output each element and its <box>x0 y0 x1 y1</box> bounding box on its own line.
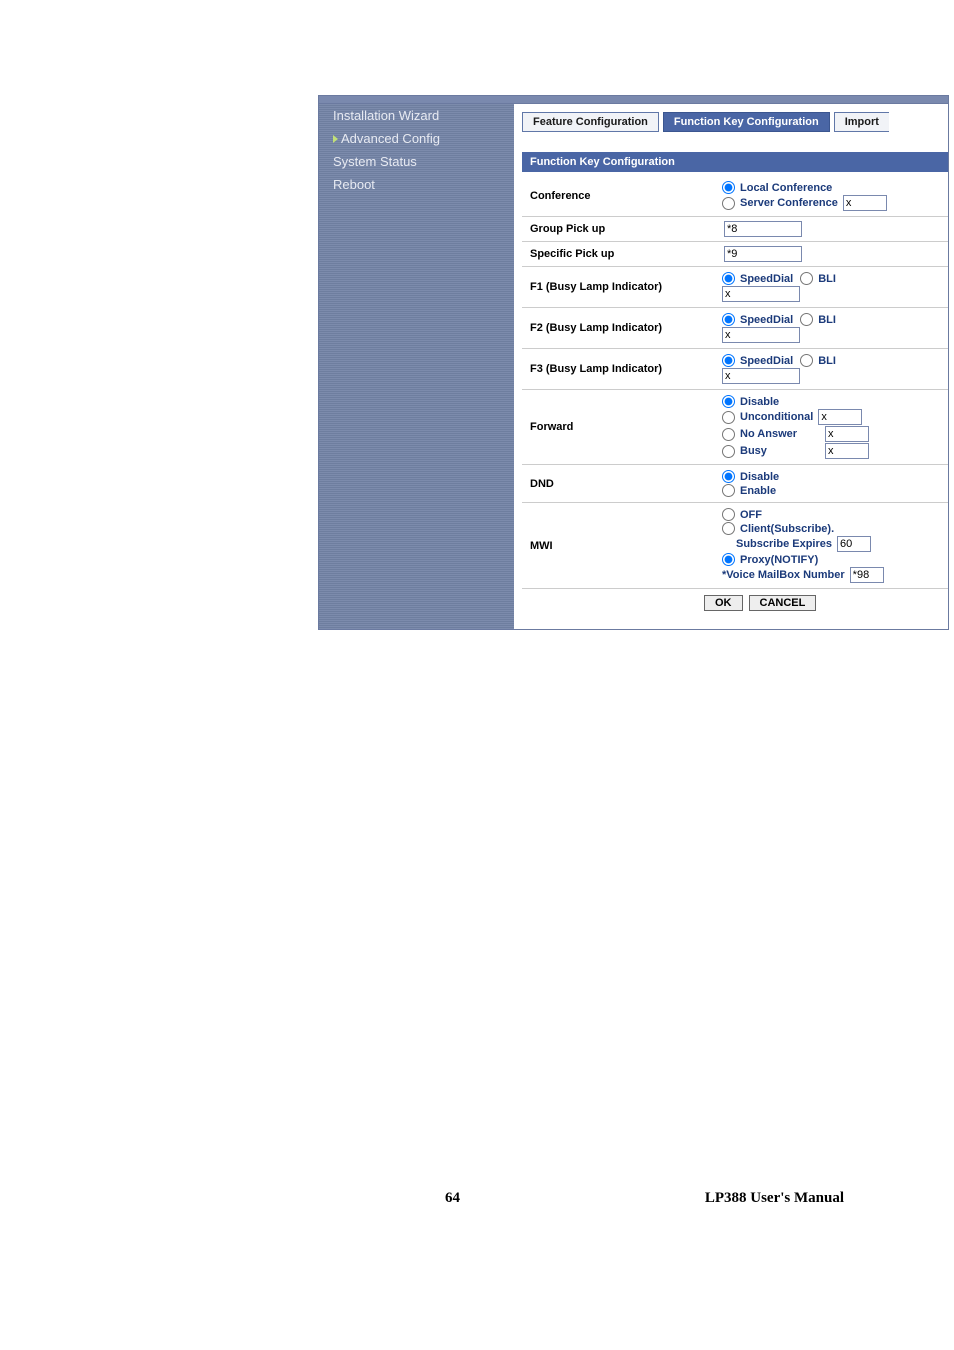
row-f3: F3 (Busy Lamp Indicator) SpeedDial BLI <box>522 349 948 390</box>
label-forward: Forward <box>522 390 718 464</box>
row-mwi: MWI OFF Client(Subscribe). Sub <box>522 503 948 589</box>
input-forward-unconditional[interactable] <box>818 409 862 425</box>
label-server-conference: Server Conference <box>740 197 838 209</box>
label-f3-bli: BLI <box>818 355 836 367</box>
label-voice-mailbox: *Voice MailBox Number <box>722 569 845 581</box>
main-panel: Feature Configuration Function Key Confi… <box>514 104 948 629</box>
input-server-conference[interactable] <box>843 195 887 211</box>
label-local-conference: Local Conference <box>740 182 832 194</box>
sidebar-item-label: Installation Wizard <box>333 108 439 123</box>
label-f1-speeddial: SpeedDial <box>740 273 793 285</box>
label-specific-pickup: Specific Pick up <box>522 242 718 266</box>
manual-title: LP388 User's Manual <box>705 1190 844 1207</box>
label-forward-disable: Disable <box>740 396 779 408</box>
input-group-pickup[interactable] <box>724 221 802 237</box>
tab-import[interactable]: Import <box>834 112 889 132</box>
page-footer: 64 LP388 User's Manual <box>0 630 954 1207</box>
radio-forward-unconditional[interactable] <box>722 411 735 424</box>
input-specific-pickup[interactable] <box>724 246 802 262</box>
row-conference: Conference Local Conference Server Confe… <box>522 176 948 217</box>
radio-f1-bli[interactable] <box>800 272 813 285</box>
label-dnd-enable: Enable <box>740 485 776 497</box>
app-window: Installation Wizard Advanced Config Syst… <box>318 95 949 630</box>
tab-feature-config[interactable]: Feature Configuration <box>522 112 659 132</box>
tab-bar: Feature Configuration Function Key Confi… <box>522 112 948 132</box>
input-f1[interactable] <box>722 286 800 302</box>
window-top-bar <box>319 96 948 104</box>
label-mwi-client: Client(Subscribe). <box>740 523 834 535</box>
label-forward-busy: Busy <box>740 445 820 457</box>
radio-f2-speeddial[interactable] <box>722 313 735 326</box>
input-forward-noanswer[interactable] <box>825 426 869 442</box>
radio-forward-busy[interactable] <box>722 445 735 458</box>
label-mwi: MWI <box>522 503 718 588</box>
label-f3-speeddial: SpeedDial <box>740 355 793 367</box>
section-header: Function Key Configuration <box>522 152 948 172</box>
sidebar-item-label: Reboot <box>333 177 375 192</box>
radio-f3-bli[interactable] <box>800 354 813 367</box>
sidebar-item-reboot[interactable]: Reboot <box>319 173 514 196</box>
sidebar-item-system-status[interactable]: System Status <box>319 150 514 173</box>
label-forward-noanswer: No Answer <box>740 428 820 440</box>
radio-local-conference[interactable] <box>722 181 735 194</box>
row-f1: F1 (Busy Lamp Indicator) SpeedDial BLI <box>522 267 948 308</box>
sidebar-item-install-wizard[interactable]: Installation Wizard <box>319 104 514 127</box>
cancel-button[interactable]: CANCEL <box>749 595 817 611</box>
radio-f3-speeddial[interactable] <box>722 354 735 367</box>
label-f2-bli: BLI <box>818 314 836 326</box>
radio-f2-bli[interactable] <box>800 313 813 326</box>
label-group-pickup: Group Pick up <box>522 217 718 241</box>
page-number: 64 <box>445 1190 460 1207</box>
radio-forward-disable[interactable] <box>722 395 735 408</box>
label-f2: F2 (Busy Lamp Indicator) <box>522 308 718 348</box>
sidebar: Installation Wizard Advanced Config Syst… <box>319 104 514 629</box>
radio-server-conference[interactable] <box>722 197 735 210</box>
sidebar-item-label: Advanced Config <box>341 131 440 146</box>
radio-f1-speeddial[interactable] <box>722 272 735 285</box>
row-group-pickup: Group Pick up <box>522 217 948 242</box>
triangle-icon <box>333 135 338 143</box>
input-f3[interactable] <box>722 368 800 384</box>
radio-dnd-disable[interactable] <box>722 470 735 483</box>
button-row: OK CANCEL <box>522 589 948 617</box>
radio-mwi-proxy[interactable] <box>722 553 735 566</box>
label-forward-unconditional: Unconditional <box>740 411 813 423</box>
label-mwi-proxy: Proxy(NOTIFY) <box>740 554 818 566</box>
form-area: Conference Local Conference Server Confe… <box>522 176 948 617</box>
radio-dnd-enable[interactable] <box>722 484 735 497</box>
sidebar-item-advanced-config[interactable]: Advanced Config <box>319 127 514 150</box>
row-dnd: DND Disable Enable <box>522 465 948 503</box>
label-conference: Conference <box>522 176 718 216</box>
label-subscribe-expires: Subscribe Expires <box>736 538 832 550</box>
label-f2-speeddial: SpeedDial <box>740 314 793 326</box>
sidebar-item-label: System Status <box>333 154 417 169</box>
label-f1-bli: BLI <box>818 273 836 285</box>
input-forward-busy[interactable] <box>825 443 869 459</box>
row-f2: F2 (Busy Lamp Indicator) SpeedDial BLI <box>522 308 948 349</box>
tab-function-key-config[interactable]: Function Key Configuration <box>663 112 830 132</box>
input-f2[interactable] <box>722 327 800 343</box>
label-f3: F3 (Busy Lamp Indicator) <box>522 349 718 389</box>
label-dnd-disable: Disable <box>740 471 779 483</box>
radio-mwi-client[interactable] <box>722 522 735 535</box>
input-voice-mailbox[interactable] <box>850 567 884 583</box>
row-specific-pickup: Specific Pick up <box>522 242 948 267</box>
label-f1: F1 (Busy Lamp Indicator) <box>522 267 718 307</box>
input-subscribe-expires[interactable] <box>837 536 871 552</box>
radio-forward-noanswer[interactable] <box>722 428 735 441</box>
ok-button[interactable]: OK <box>704 595 743 611</box>
label-dnd: DND <box>522 465 718 502</box>
label-mwi-off: OFF <box>740 509 762 521</box>
row-forward: Forward Disable Unconditional <box>522 390 948 465</box>
radio-mwi-off[interactable] <box>722 508 735 521</box>
